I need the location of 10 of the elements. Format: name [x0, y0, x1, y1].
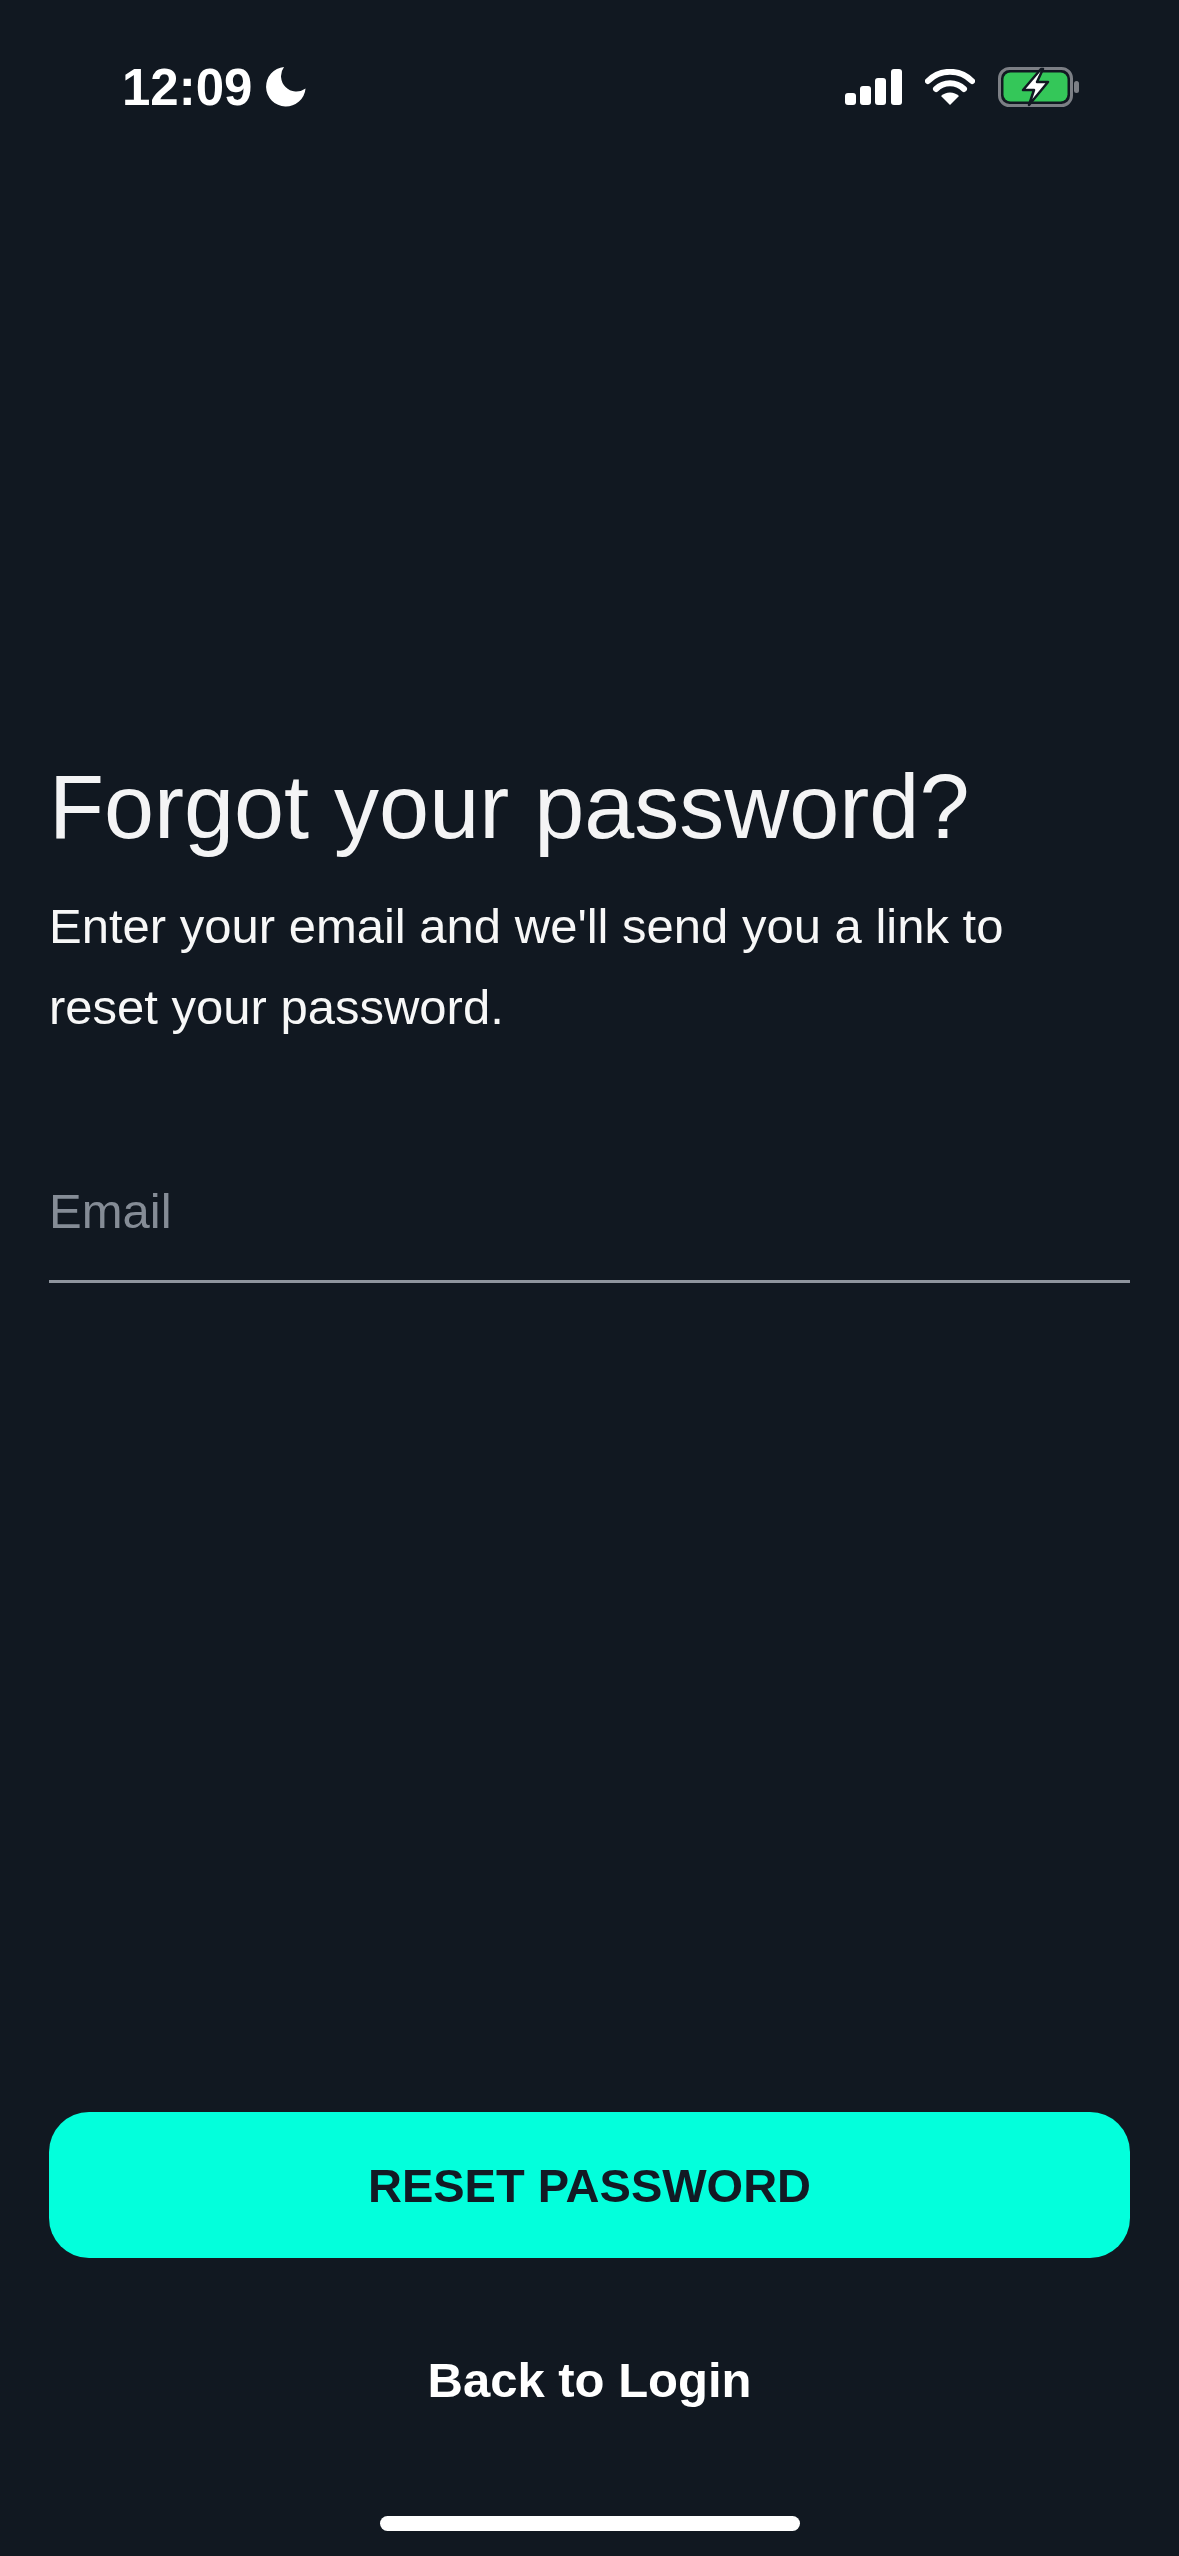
battery-charging-icon	[998, 67, 1080, 107]
back-to-login-link[interactable]: Back to Login	[417, 2330, 762, 2430]
email-field[interactable]: Email	[49, 1162, 1130, 1283]
instruction-text: Enter your email and we'll send you a link to reset your password.	[49, 898, 1005, 1036]
signal-icon	[845, 69, 902, 105]
reset-password-button[interactable]: RESET PASSWORD	[49, 2112, 1130, 2258]
status-time: 12:09	[122, 61, 253, 113]
wifi-icon	[925, 69, 975, 105]
page-title: Forgot your password?	[49, 756, 970, 859]
moon-icon	[266, 67, 307, 107]
